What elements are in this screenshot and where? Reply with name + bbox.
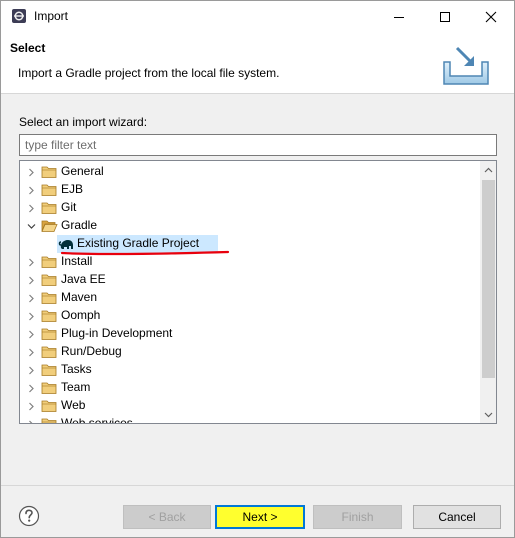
- chevron-right-icon[interactable]: [27, 186, 36, 195]
- close-button[interactable]: [468, 1, 514, 32]
- chevron-right-icon[interactable]: [27, 276, 36, 285]
- tree-item[interactable]: Plug-in Development: [20, 325, 480, 343]
- scroll-thumb[interactable]: [482, 180, 495, 378]
- folder-icon: [41, 418, 57, 423]
- help-icon[interactable]: [18, 505, 40, 527]
- tree-item[interactable]: Java EE: [20, 271, 480, 289]
- tree-item-label: Maven: [61, 290, 98, 304]
- window-title: Import: [34, 9, 69, 23]
- minimize-button[interactable]: [376, 1, 422, 32]
- chevron-down-icon[interactable]: [27, 222, 36, 231]
- scroll-down-button[interactable]: [480, 406, 496, 423]
- chevron-down-icon: [484, 412, 493, 417]
- cancel-button[interactable]: Cancel: [413, 505, 501, 529]
- tree-item-label: Run/Debug: [61, 344, 122, 358]
- tree-item[interactable]: EJB: [20, 181, 480, 199]
- tree-item-label: Plug-in Development: [61, 326, 173, 340]
- chevron-right-icon[interactable]: [27, 258, 36, 267]
- folder-icon: [41, 184, 57, 196]
- tree-item-label: Team: [61, 380, 91, 394]
- tree-item-label: Gradle: [61, 218, 98, 232]
- tree-item[interactable]: General: [20, 163, 480, 181]
- tree-item[interactable]: Tasks: [20, 361, 480, 379]
- page-description: Import a Gradle project from the local f…: [18, 66, 280, 80]
- folder-icon: [41, 292, 57, 304]
- import-dialog: Import Select Import a Gradle project fr…: [0, 0, 515, 538]
- wizard-tree-list: General EJB Git Gradle Existing Gradle Proje…: [20, 161, 480, 423]
- tree-item[interactable]: Run/Debug: [20, 343, 480, 361]
- chevron-right-icon[interactable]: [27, 420, 36, 423]
- back-button[interactable]: < Back: [123, 505, 211, 529]
- tree-item-label: Oomph: [61, 308, 101, 322]
- chevron-right-icon[interactable]: [27, 168, 36, 177]
- import-wizard-icon: [443, 46, 489, 85]
- minimize-icon: [394, 16, 404, 18]
- folder-icon: [41, 274, 57, 286]
- tree-item-label: General: [61, 164, 104, 178]
- tree-item-label: Java EE: [61, 272, 106, 286]
- folder-icon: [41, 166, 57, 178]
- chevron-right-icon[interactable]: [27, 348, 36, 357]
- chevron-right-icon[interactable]: [27, 366, 36, 375]
- tree-item[interactable]: Team: [20, 379, 480, 397]
- next-button[interactable]: Next >: [215, 505, 305, 529]
- folder-open-icon: [41, 220, 58, 232]
- tree-item-label: Web services: [61, 416, 133, 423]
- close-icon: [485, 11, 497, 22]
- chevron-right-icon[interactable]: [27, 204, 36, 213]
- folder-icon: [41, 400, 57, 412]
- chevron-up-icon: [484, 167, 493, 172]
- folder-icon: [41, 346, 57, 358]
- title-bar[interactable]: Import: [1, 1, 514, 32]
- wizard-select-label: Select an import wizard:: [19, 115, 148, 129]
- folder-icon: [41, 328, 57, 340]
- footer-separator: [1, 485, 514, 486]
- tree-item[interactable]: Oomph: [20, 307, 480, 325]
- tree-item-label: Web: [61, 398, 86, 412]
- tree-item[interactable]: Git: [20, 199, 480, 217]
- chevron-right-icon[interactable]: [27, 312, 36, 321]
- folder-icon: [41, 310, 57, 322]
- scroll-up-button[interactable]: [480, 161, 496, 178]
- tree-item[interactable]: Web: [20, 397, 480, 415]
- tree-item[interactable]: Gradle: [20, 217, 480, 235]
- finish-button[interactable]: Finish: [313, 505, 402, 529]
- wizard-tree: General EJB Git Gradle Existing Gradle Proje…: [19, 160, 497, 424]
- tree-item[interactable]: Web services: [20, 415, 480, 423]
- page-title: Select: [10, 41, 46, 55]
- chevron-right-icon[interactable]: [27, 402, 36, 411]
- tree-scrollbar[interactable]: [480, 161, 496, 423]
- tree-item-label: Tasks: [61, 362, 92, 376]
- folder-icon: [41, 202, 57, 214]
- eclipse-app-icon: [12, 9, 26, 23]
- folder-icon: [41, 382, 57, 394]
- maximize-button[interactable]: [422, 1, 468, 32]
- red-annotation-underline: [60, 250, 230, 256]
- chevron-right-icon[interactable]: [27, 330, 36, 339]
- maximize-icon: [440, 11, 450, 22]
- wizard-header: Select Import a Gradle project from the …: [1, 32, 514, 94]
- tree-item-label: EJB: [61, 182, 84, 196]
- chevron-right-icon[interactable]: [27, 294, 36, 303]
- folder-icon: [41, 364, 57, 376]
- folder-icon: [41, 256, 57, 268]
- tree-item[interactable]: Maven: [20, 289, 480, 307]
- tree-item-label: Git: [61, 200, 77, 214]
- chevron-right-icon[interactable]: [27, 384, 36, 393]
- filter-input[interactable]: [19, 134, 497, 156]
